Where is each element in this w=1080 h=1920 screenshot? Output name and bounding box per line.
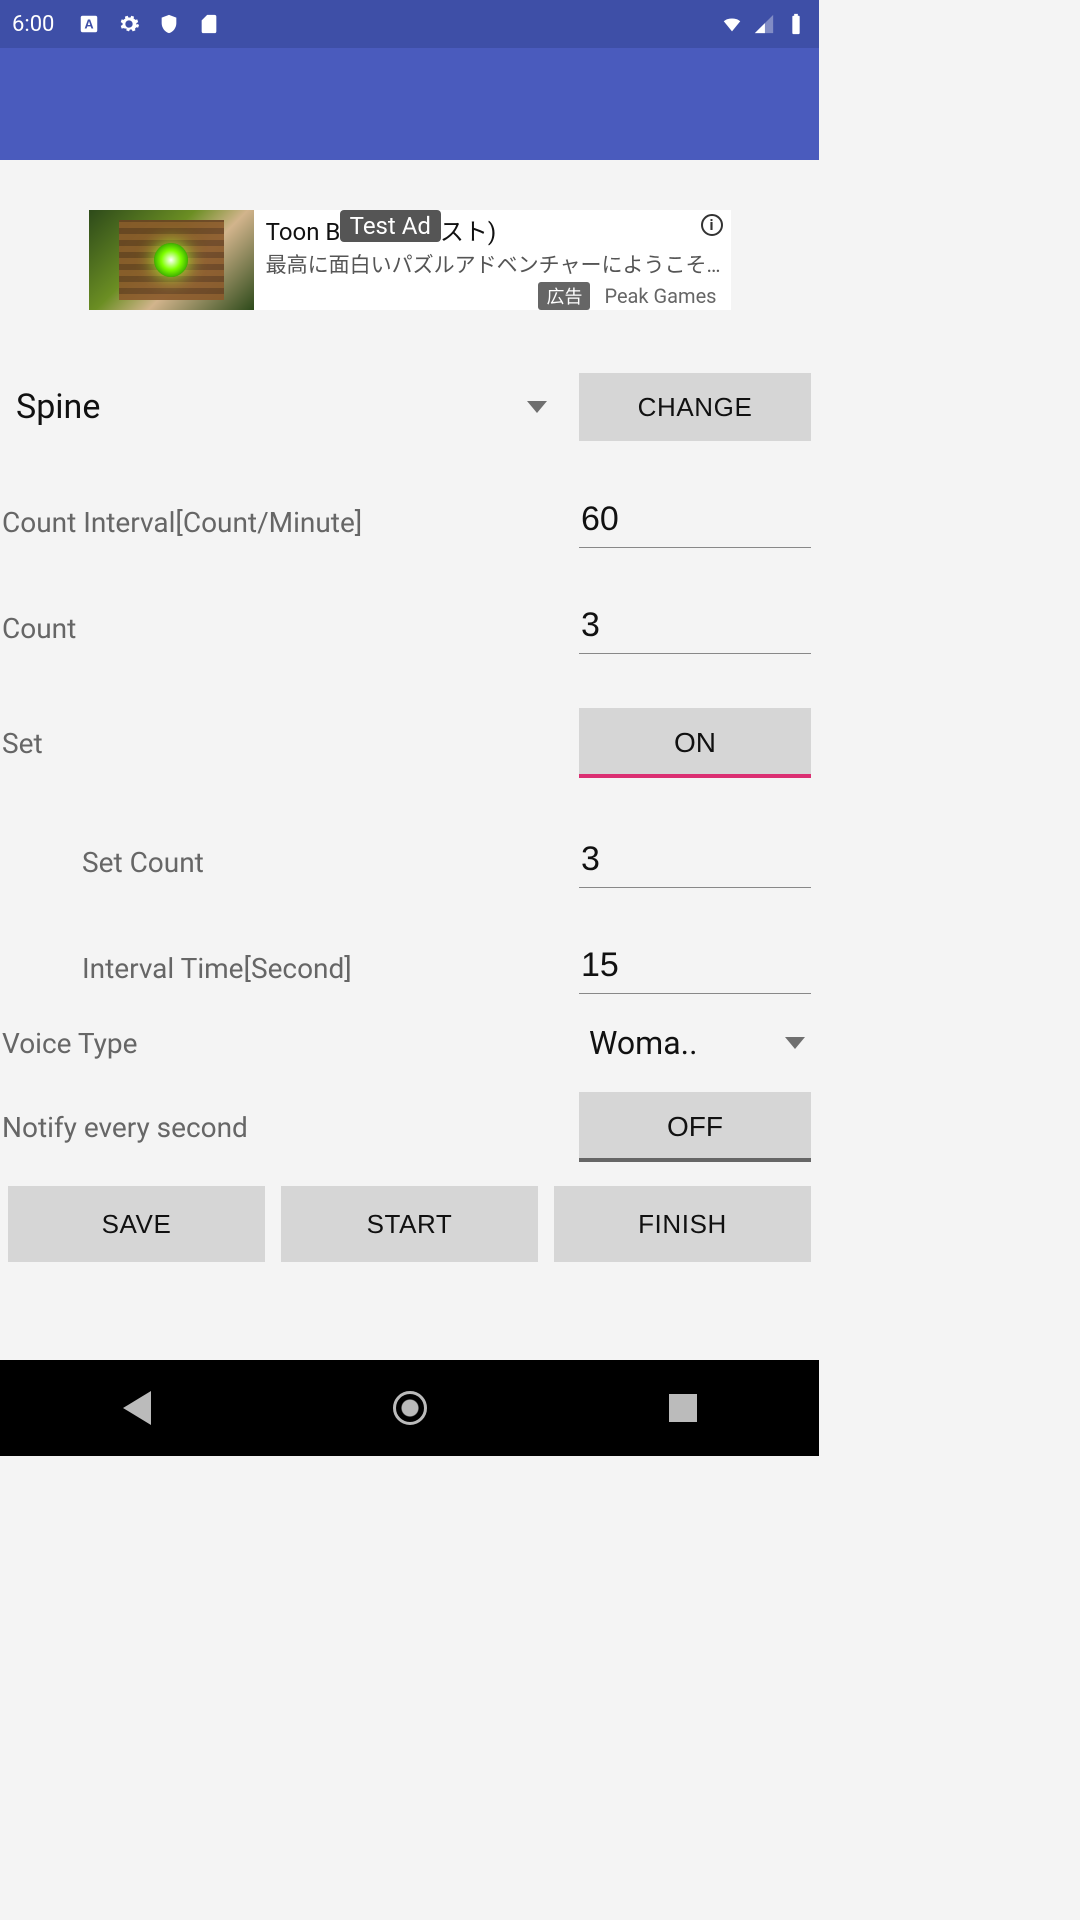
ad-badge: 広告 xyxy=(538,282,590,310)
ad-banner-wrap: Toon B ーンブラスト) Test Ad 最高に面白いパズルアドベンチャーに… xyxy=(0,210,819,310)
status-left: 6:00 A xyxy=(12,12,220,37)
recent-icon xyxy=(669,1394,697,1422)
exercise-spinner-value: Spine xyxy=(16,387,100,427)
battery-icon xyxy=(785,13,807,35)
voice-type-value: Woma.. xyxy=(589,1024,785,1062)
shield-icon xyxy=(158,13,180,35)
interval-time-input[interactable] xyxy=(579,942,811,994)
count-interval-label: Count Interval[Count/Minute] xyxy=(0,506,362,539)
interval-time-label: Interval Time[Second] xyxy=(0,952,352,985)
voice-type-label: Voice Type xyxy=(0,1027,137,1060)
ad-banner[interactable]: Toon B ーンブラスト) Test Ad 最高に面白いパズルアドベンチャーに… xyxy=(89,210,731,310)
change-button[interactable]: CHANGE xyxy=(579,373,811,441)
exercise-spinner[interactable]: Spine xyxy=(0,372,579,442)
action-row: SAVE START FINISH xyxy=(0,1186,819,1262)
finish-button[interactable]: FINISH xyxy=(554,1186,811,1262)
content: Toon B ーンブラスト) Test Ad 最高に面白いパズルアドベンチャーに… xyxy=(0,160,819,1360)
notify-toggle[interactable]: OFF xyxy=(579,1092,811,1162)
ad-info-icon[interactable]: i xyxy=(701,214,723,236)
ad-image xyxy=(89,210,254,310)
notify-label: Notify every second xyxy=(0,1111,248,1144)
chevron-down-icon xyxy=(785,1037,805,1049)
cellular-icon xyxy=(753,13,775,35)
wifi-icon xyxy=(721,13,743,35)
set-count-label: Set Count xyxy=(0,846,204,879)
sd-card-icon xyxy=(198,13,220,35)
status-bar: 6:00 A xyxy=(0,0,819,48)
start-button[interactable]: START xyxy=(281,1186,538,1262)
nav-recent-button[interactable] xyxy=(653,1378,713,1438)
set-toggle[interactable]: ON xyxy=(579,708,811,778)
settings-icon xyxy=(118,13,140,35)
voice-type-spinner[interactable]: Woma.. xyxy=(579,1024,811,1062)
ad-advertiser: Peak Games xyxy=(604,284,716,308)
count-interval-input[interactable] xyxy=(579,496,811,548)
nav-home-button[interactable] xyxy=(380,1378,440,1438)
home-icon xyxy=(393,1391,427,1425)
settings-form: Spine CHANGE Count Interval[Count/Minute… xyxy=(0,372,819,1262)
ad-test-label: Test Ad xyxy=(340,210,441,242)
count-input[interactable] xyxy=(579,602,811,654)
chevron-down-icon xyxy=(527,401,547,413)
count-label: Count xyxy=(0,612,76,645)
ad-body: Toon B ーンブラスト) Test Ad 最高に面白いパズルアドベンチャーに… xyxy=(254,210,731,310)
set-label: Set xyxy=(0,727,43,760)
ad-subtitle: 最高に面白いパズルアドベンチャーにようこそ… xyxy=(266,249,721,278)
status-time: 6:00 xyxy=(12,12,54,37)
status-right xyxy=(721,13,807,35)
keyboard-icon: A xyxy=(78,13,100,35)
set-count-input[interactable] xyxy=(579,836,811,888)
back-icon xyxy=(123,1391,151,1425)
app-bar xyxy=(0,48,819,160)
svg-text:A: A xyxy=(85,17,94,32)
nav-back-button[interactable] xyxy=(107,1378,167,1438)
save-button[interactable]: SAVE xyxy=(8,1186,265,1262)
navigation-bar xyxy=(0,1360,819,1456)
